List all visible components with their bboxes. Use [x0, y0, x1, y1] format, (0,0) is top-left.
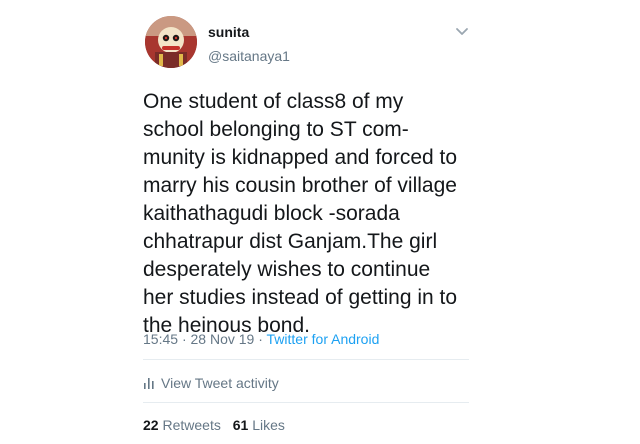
- likes-count: 61: [232, 417, 249, 433]
- tweet-source-link[interactable]: Twitter for Android: [267, 331, 380, 347]
- tweet-date[interactable]: 28 Nov 19: [191, 331, 255, 347]
- retweets-count: 22: [143, 417, 159, 433]
- avatar[interactable]: [145, 16, 197, 68]
- divider: [143, 359, 469, 360]
- tweet-time[interactable]: 15:45: [143, 331, 178, 347]
- author-handle[interactable]: @saitanaya1: [208, 48, 290, 64]
- tweet-meta: 15:45 · 28 Nov 19 · Twitter for Android: [143, 331, 379, 347]
- view-tweet-activity-label: View Tweet activity: [161, 375, 279, 391]
- chevron-down-icon[interactable]: [455, 26, 469, 38]
- bar-chart-icon: [144, 378, 154, 389]
- retweets-stat[interactable]: 22 Retweets: [143, 417, 225, 433]
- likes-label: Likes: [252, 417, 285, 433]
- retweets-label: Retweets: [162, 417, 221, 433]
- meta-separator: ·: [258, 331, 263, 347]
- tweet-stats: 22 Retweets 61 Likes: [143, 417, 293, 433]
- view-tweet-activity-link[interactable]: View Tweet activity: [143, 375, 279, 391]
- likes-stat[interactable]: 61 Likes: [233, 417, 285, 433]
- author-name[interactable]: sunita: [208, 24, 249, 40]
- tweet-text: One student of class8 of my school belon…: [143, 90, 458, 337]
- avatar-image: [145, 16, 197, 68]
- meta-separator: ·: [181, 331, 187, 347]
- divider: [143, 402, 469, 403]
